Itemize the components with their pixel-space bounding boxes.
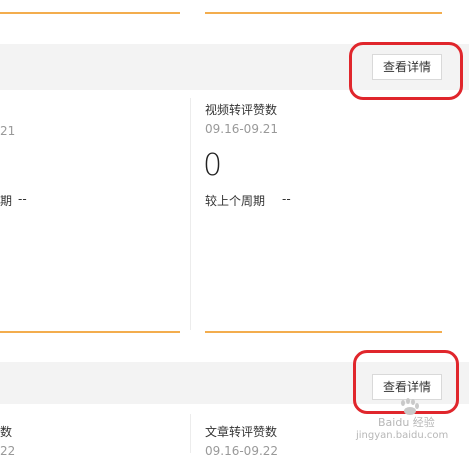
date-range: 22 xyxy=(0,444,16,458)
watermark-brand: Baidu 经验 xyxy=(378,416,435,429)
card-bottom-accent xyxy=(0,331,180,333)
view-details-button[interactable]: 查看详情 xyxy=(372,54,443,80)
watermark-site: jingyan.baidu.com xyxy=(356,430,449,441)
date-range: 09.16-09.21 xyxy=(205,122,279,136)
view-details-button[interactable]: 查看详情 xyxy=(372,374,443,400)
previous-period-label: 较上个周期 xyxy=(205,194,266,208)
previous-period-value: -- xyxy=(282,192,291,206)
previous-period-label: 期 xyxy=(0,194,13,208)
metric-value: 0 xyxy=(203,148,223,183)
card-bottom-accent xyxy=(205,12,442,14)
metric-title: 数 xyxy=(0,425,13,439)
date-range: 09.16-09.22 xyxy=(205,444,279,458)
column-divider xyxy=(190,98,191,330)
card-bottom-accent xyxy=(205,331,442,333)
card-bottom-accent xyxy=(0,12,180,14)
metric-title: 视频转评赞数 xyxy=(205,103,278,117)
previous-period-value: -- xyxy=(18,192,27,206)
column-divider xyxy=(190,414,191,453)
date-range: 21 xyxy=(0,124,16,138)
metric-title: 文章转评赞数 xyxy=(205,425,278,439)
